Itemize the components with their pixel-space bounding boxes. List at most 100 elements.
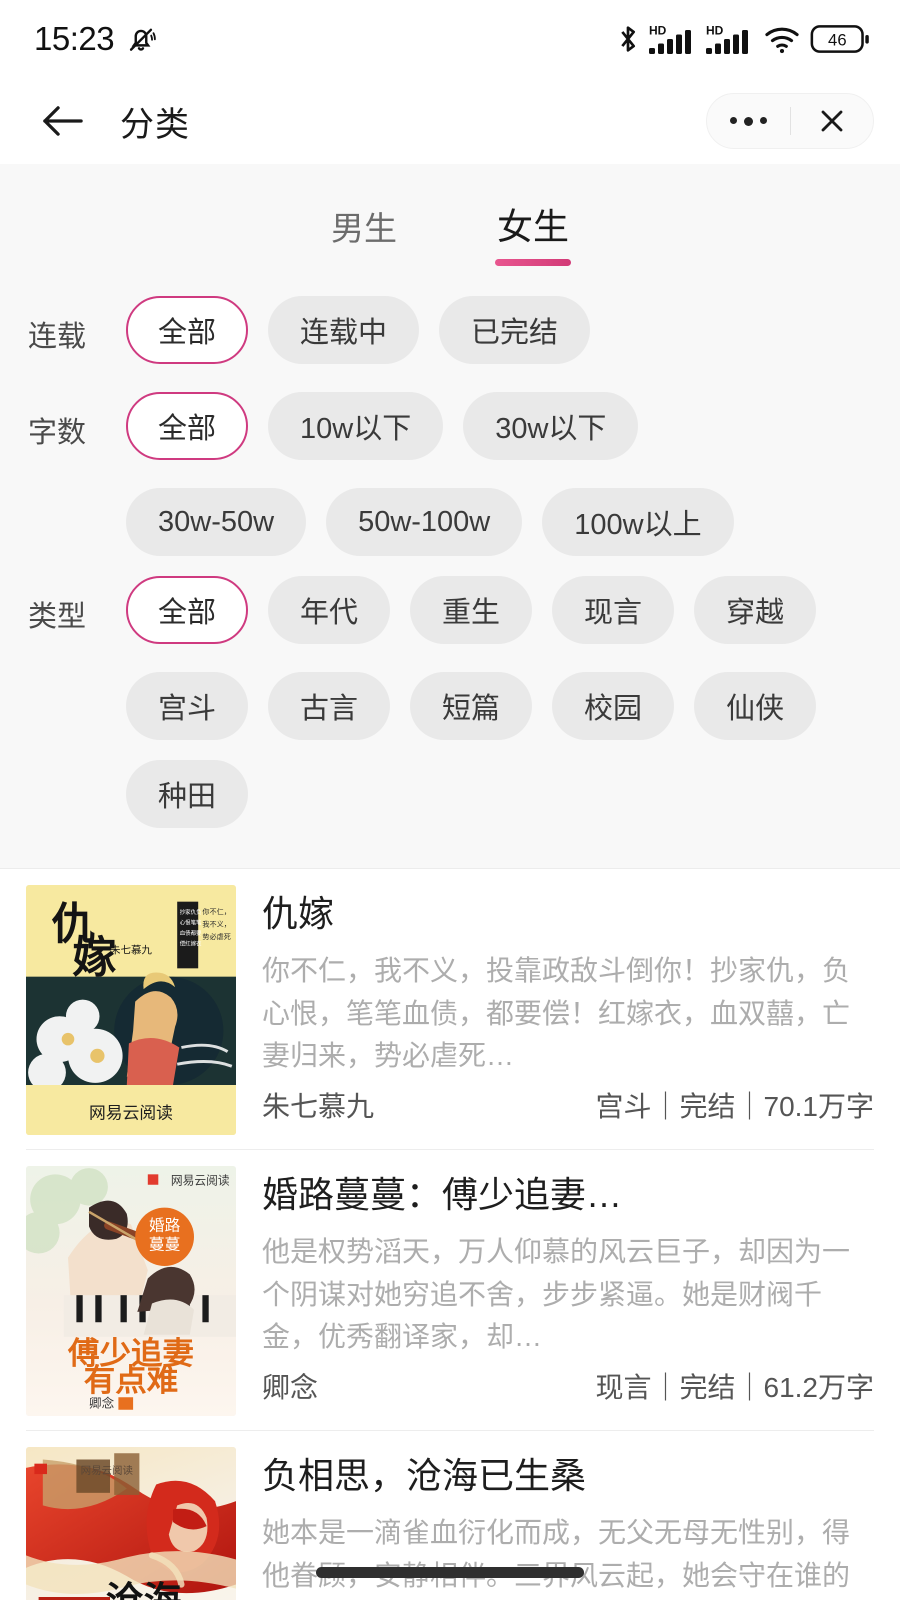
chip-label: 仙侠 [726, 693, 785, 725]
chip-wordcount-under-30w[interactable]: 30w以下 [463, 392, 639, 460]
chip-wordcount-under-10w[interactable]: 10w以下 [268, 392, 444, 460]
mini-program-capsule [706, 93, 874, 149]
chip-genre-guyan[interactable]: 古言 [268, 672, 391, 740]
cover-fu-xiangsi: 网易云阅读 负相思 沧海 已生桑 FUXIANGSI CANGHAI YISHE… [26, 1447, 236, 1600]
chip-genre-xianxia[interactable]: 仙侠 [694, 672, 817, 740]
status-bar-left: 15:23 [34, 20, 158, 58]
chip-label: 100w以上 [574, 509, 702, 541]
filter-chips-wordcount-row1: 全部 10w以下 30w以下 [126, 392, 900, 460]
close-x-icon [817, 106, 847, 136]
chip-genre-xianyan[interactable]: 现言 [552, 576, 675, 644]
filter-label-wordcount: 字数 [28, 417, 87, 449]
home-indicator-bar[interactable] [316, 1567, 584, 1578]
svg-text:有点难: 有点难 [84, 1363, 178, 1399]
chip-label: 全部 [158, 413, 217, 445]
chip-genre-gongdou[interactable]: 宫斗 [126, 672, 249, 740]
chip-label: 已完结 [471, 317, 559, 349]
svg-text:抄家仇负: 抄家仇负 [180, 908, 202, 916]
filter-panel: 男生 女生 连载 全部 连载中 已完结 字数 全部 10w以下 30w以下 30… [0, 164, 900, 869]
chip-wordcount-50w-100w[interactable]: 50w-100w [326, 488, 523, 556]
book-info: 仇嫁 你不仁，我不义，投靠政敌斗倒你！抄家仇，负心恨，笔笔血债，都要偿！红嫁衣，… [236, 885, 874, 1135]
svg-text:心恨笔笔: 心恨笔笔 [180, 919, 202, 927]
chip-serialization-finished[interactable]: 已完结 [439, 296, 591, 364]
chip-wordcount-over-100w[interactable]: 100w以上 [542, 488, 734, 556]
filter-chips-genre-row1: 全部 年代 重生 现言 穿越 [126, 576, 900, 644]
chip-label: 年代 [300, 597, 359, 629]
battery-level: 46 [828, 31, 847, 50]
chip-genre-all[interactable]: 全部 [126, 576, 249, 644]
svg-text:血债都要: 血债都要 [180, 929, 202, 937]
bluetooth-icon [616, 22, 640, 56]
book-list: 仇 嫁 朱七慕九 抄家仇负 心恨笔笔 血债都要 偿红嫁衣 你不仁， 我不义， 势必虐死 [0, 869, 900, 1600]
mute-bell-icon [124, 22, 158, 56]
svg-text:沧海: 沧海 [106, 1579, 182, 1600]
svg-text:朱七慕九: 朱七慕九 [110, 944, 152, 957]
chip-label: 校园 [584, 693, 643, 725]
chip-label: 10w以下 [300, 413, 412, 445]
close-button[interactable] [791, 94, 874, 148]
svg-text:势必虐死: 势必虐死 [202, 932, 231, 941]
app-header: 分类 [0, 78, 900, 164]
tab-male[interactable]: 男生 [323, 196, 405, 266]
filter-chips-genre-row2: 宫斗 古言 短篇 校园 仙侠 [126, 672, 900, 740]
list-item[interactable]: 仇 嫁 朱七慕九 抄家仇负 心恨笔笔 血债都要 偿红嫁衣 你不仁， 我不义， 势必虐死 [0, 869, 900, 1135]
chip-label: 古言 [300, 693, 359, 725]
filter-chips-genre-row3: 种田 [126, 760, 900, 828]
book-description: 他是权势滔天，万人仰慕的风云巨子，却因为一个阴谋对她穷追不舍，步步紧逼。她是财阀… [262, 1236, 851, 1353]
page-title: 分类 [120, 105, 190, 144]
wifi-icon [763, 22, 801, 56]
filter-group-genre-row3: 种田 [0, 760, 900, 828]
list-item[interactable]: 婚路 蔓蔓 网易云阅读 傅少追妻 有点难 卿念 婚路蔓蔓：傅少追妻… 他是权势滔… [0, 1150, 900, 1416]
hd-signal-icon-2: HD [706, 22, 754, 56]
chip-label: 穿越 [726, 597, 785, 629]
back-button[interactable] [34, 92, 92, 150]
svg-text:蔓蔓: 蔓蔓 [149, 1235, 181, 1253]
chip-genre-chongsheng[interactable]: 重生 [410, 576, 533, 644]
chip-label: 全部 [158, 597, 217, 629]
chip-serialization-ongoing[interactable]: 连载中 [268, 296, 420, 364]
filter-chips-serialization: 全部 连载中 已完结 [126, 296, 900, 364]
chip-label: 30w-50w [158, 505, 275, 538]
svg-text:你不仁，: 你不仁， [202, 907, 231, 916]
book-description: 她本是一滴雀血衍化而成，无父无母无性别，得他眷顾，安静相伴。三界风云起，她会守在… [262, 1517, 851, 1591]
chip-label: 短篇 [442, 693, 501, 725]
chip-serialization-all[interactable]: 全部 [126, 296, 249, 364]
book-meta: 卿念 现言｜完结｜61.2万字 [262, 1366, 874, 1416]
svg-text:网易云阅读: 网易云阅读 [171, 1174, 230, 1188]
filter-group-wordcount: 字数 全部 10w以下 30w以下 [0, 392, 900, 468]
cover-hunlu-manman: 婚路 蔓蔓 网易云阅读 傅少追妻 有点难 卿念 [26, 1166, 236, 1416]
svg-text:偿红嫁衣: 偿红嫁衣 [180, 939, 202, 947]
tab-active-underline [494, 259, 571, 266]
chip-genre-chuanyue[interactable]: 穿越 [694, 576, 817, 644]
chip-label: 50w-100w [358, 505, 491, 538]
chip-genre-duanpian[interactable]: 短篇 [410, 672, 533, 740]
filter-label-genre: 类型 [28, 601, 87, 633]
svg-text:嫁: 嫁 [72, 933, 116, 984]
chip-genre-zhongtian[interactable]: 种田 [126, 760, 249, 828]
book-tags: 现言｜完结｜61.2万字 [595, 1372, 875, 1403]
more-dots-icon [729, 116, 767, 126]
status-bar-right: HD HD 46 [616, 22, 870, 56]
filter-chips-wordcount-row2: 30w-50w 50w-100w 100w以上 [126, 488, 900, 556]
svg-text:HD: HD [649, 24, 667, 38]
chip-label: 现言 [584, 597, 643, 629]
tab-female[interactable]: 女生 [489, 192, 577, 266]
chip-wordcount-all[interactable]: 全部 [126, 392, 249, 460]
filter-group-wordcount-row2: 30w-50w 50w-100w 100w以上 [0, 488, 900, 556]
chip-genre-xiaoyuan[interactable]: 校园 [552, 672, 675, 740]
chip-genre-niandai[interactable]: 年代 [268, 576, 391, 644]
book-title: 婚路蔓蔓：傅少追妻… [262, 1174, 623, 1215]
chip-label: 重生 [442, 597, 501, 629]
book-title: 负相思，沧海已生桑 [262, 1455, 587, 1496]
phone-screen: 15:23 HD HD 46 分类 男生 女生 连载 全部 连载中 已完结 字数… [0, 0, 900, 1600]
more-button[interactable] [707, 94, 790, 148]
cover-chou-jia: 仇 嫁 朱七慕九 抄家仇负 心恨笔笔 血债都要 偿红嫁衣 你不仁， 我不义， 势必虐死 [26, 885, 236, 1135]
svg-text:卿念: 卿念 [89, 1396, 115, 1411]
book-title: 仇嫁 [262, 893, 335, 934]
book-info: 婚路蔓蔓：傅少追妻… 他是权势滔天，万人仰慕的风云巨子，却因为一个阴谋对她穷追不… [236, 1166, 874, 1416]
chip-label: 连载中 [300, 317, 388, 349]
tab-female-label: 女生 [496, 206, 569, 247]
tab-male-label: 男生 [330, 210, 397, 247]
chip-wordcount-30w-50w[interactable]: 30w-50w [126, 488, 307, 556]
book-author: 朱七慕九 [262, 1091, 375, 1122]
